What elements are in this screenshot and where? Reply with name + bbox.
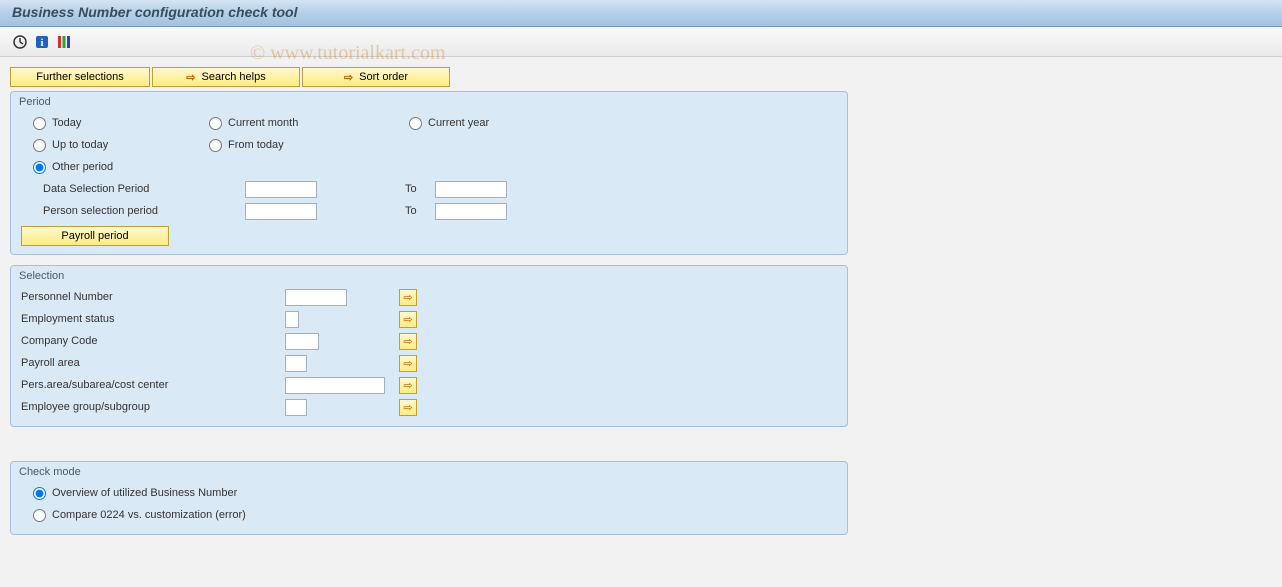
label-employee-group: Employee group/subgroup — [19, 401, 285, 413]
radio-from-today[interactable] — [209, 139, 222, 152]
label-employment-status: Employment status — [19, 313, 285, 325]
radio-up-to-today[interactable] — [33, 139, 46, 152]
label-data-selection-period: Data Selection Period — [19, 183, 245, 195]
radio-current-year[interactable] — [409, 117, 422, 130]
info-icon[interactable]: i — [34, 34, 50, 50]
label-pers-area: Pers.area/subarea/cost center — [19, 379, 285, 391]
multi-select-payroll-area[interactable]: ⇨ — [399, 355, 417, 372]
radio-today[interactable] — [33, 117, 46, 130]
label-to-2: To — [405, 205, 435, 217]
input-data-period-from[interactable] — [245, 181, 317, 198]
radio-overview[interactable] — [33, 487, 46, 500]
radio-other-period[interactable] — [33, 161, 46, 174]
input-payroll-area[interactable] — [285, 355, 307, 372]
multi-select-pers-area[interactable]: ⇨ — [399, 377, 417, 394]
input-person-period-from[interactable] — [245, 203, 317, 220]
selection-buttons-row: Further selections ⇨Search helps ⇨Sort o… — [10, 67, 1272, 87]
page-title: Business Number configuration check tool — [12, 4, 1270, 20]
arrow-right-icon: ⇨ — [344, 71, 353, 84]
input-employee-group[interactable] — [285, 399, 307, 416]
period-legend: Period — [19, 94, 839, 112]
execute-icon[interactable] — [12, 34, 28, 50]
selection-legend: Selection — [19, 268, 839, 286]
payroll-period-button[interactable]: Payroll period — [21, 226, 169, 246]
multi-select-company-code[interactable]: ⇨ — [399, 333, 417, 350]
period-groupbox: Period Today Current month Current year … — [10, 91, 848, 255]
input-data-period-to[interactable] — [435, 181, 507, 198]
label-payroll-area: Payroll area — [19, 357, 285, 369]
label-current-year: Current year — [428, 117, 489, 129]
label-current-month: Current month — [228, 117, 298, 129]
input-person-period-to[interactable] — [435, 203, 507, 220]
label-from-today: From today — [228, 139, 284, 151]
app-toolbar: i — [0, 27, 1282, 57]
svg-text:i: i — [40, 37, 43, 49]
label-compare: Compare 0224 vs. customization (error) — [52, 509, 246, 521]
check-mode-groupbox: Check mode Overview of utilized Business… — [10, 461, 848, 535]
label-overview: Overview of utilized Business Number — [52, 487, 237, 499]
selection-groupbox: Selection Personnel Number ⇨ Employment … — [10, 265, 848, 427]
input-personnel-number[interactable] — [285, 289, 347, 306]
label-personnel-number: Personnel Number — [19, 291, 285, 303]
sort-order-button[interactable]: ⇨Sort order — [302, 67, 450, 87]
radio-compare[interactable] — [33, 509, 46, 522]
search-helps-button[interactable]: ⇨Search helps — [152, 67, 300, 87]
multi-select-personnel-number[interactable]: ⇨ — [399, 289, 417, 306]
arrow-right-icon: ⇨ — [186, 71, 195, 84]
input-employment-status[interactable] — [285, 311, 299, 328]
radio-current-month[interactable] — [209, 117, 222, 130]
label-today: Today — [52, 117, 81, 129]
content-area: Further selections ⇨Search helps ⇨Sort o… — [0, 57, 1282, 555]
variant-icon[interactable] — [56, 34, 72, 50]
input-company-code[interactable] — [285, 333, 319, 350]
label-other-period: Other period — [52, 161, 113, 173]
multi-select-employee-group[interactable]: ⇨ — [399, 399, 417, 416]
check-mode-legend: Check mode — [19, 464, 839, 482]
label-up-to-today: Up to today — [52, 139, 108, 151]
multi-select-employment-status[interactable]: ⇨ — [399, 311, 417, 328]
label-person-selection-period: Person selection period — [19, 205, 245, 217]
titlebar: Business Number configuration check tool — [0, 0, 1282, 27]
further-selections-button[interactable]: Further selections — [10, 67, 150, 87]
label-to-1: To — [405, 183, 435, 195]
input-pers-area[interactable] — [285, 377, 385, 394]
label-company-code: Company Code — [19, 335, 285, 347]
